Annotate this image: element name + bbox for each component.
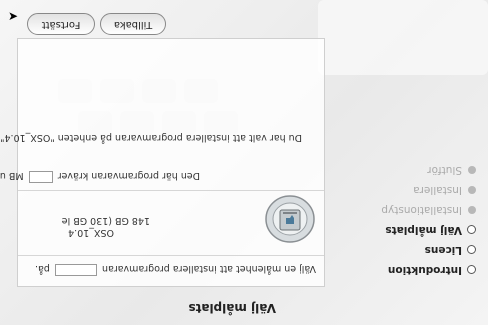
window-title: Välj målplats xyxy=(188,301,276,315)
back-button[interactable]: Tillbaka xyxy=(100,13,166,35)
destination-panel: Välj en målenhet att installera programv… xyxy=(0,38,325,287)
mouse-cursor-icon: ➤ xyxy=(7,9,18,23)
step-bullet-icon xyxy=(468,186,476,194)
step-label: Introduktion xyxy=(387,264,462,276)
step-introduction: Introduktion xyxy=(336,260,476,280)
step-label: Installera xyxy=(413,184,462,196)
redacted-field xyxy=(54,264,97,276)
hard-disk-icon[interactable] xyxy=(264,194,316,244)
destination-prompt: Välj en målenhet att installera programv… xyxy=(35,263,316,276)
step-destination: Välj målplats xyxy=(336,220,476,240)
requirement-text-end: MB utrymme. xyxy=(0,170,24,181)
selection-message: Du har valt att installera programvaran … xyxy=(0,132,302,143)
step-installation-type: Installationstyp xyxy=(336,200,476,220)
divider xyxy=(18,190,324,191)
step-bullet-icon xyxy=(467,245,476,254)
divider xyxy=(18,255,324,256)
step-bullet-icon xyxy=(467,225,476,234)
step-install: Installera xyxy=(336,180,476,200)
volume-size: 148 GB (130 GB le xyxy=(61,215,150,226)
step-label: Slutför xyxy=(427,164,462,176)
installer-steps-sidebar: Introduktion Licens Välj målplats Instal… xyxy=(336,160,476,280)
requirement-text: Den här programvaran kräver xyxy=(57,170,200,181)
step-bullet-icon xyxy=(467,265,476,274)
space-requirement: Den här programvaran kräver MB utrymme. xyxy=(0,170,200,183)
background-decor xyxy=(318,0,488,75)
window-title-bar: Välj målplats xyxy=(0,297,488,325)
step-label: Välj målplats xyxy=(385,224,462,236)
step-label: Installationstyp xyxy=(381,204,462,216)
redacted-field xyxy=(28,171,53,183)
step-bullet-icon xyxy=(468,206,476,214)
installer-window: Välj målplats Introduktion Licens Välj m… xyxy=(0,0,488,325)
prompt-text: Välj en målenhet att installera programv… xyxy=(101,263,316,274)
step-bullet-icon xyxy=(468,166,476,174)
step-label: Licens xyxy=(424,244,462,256)
prompt-text-end: på. xyxy=(35,263,50,274)
step-finish: Slutför xyxy=(336,160,476,180)
continue-button[interactable]: Fortsätt xyxy=(27,13,95,35)
volume-name: OSX_10.4 xyxy=(68,227,114,238)
step-license: Licens xyxy=(336,240,476,260)
